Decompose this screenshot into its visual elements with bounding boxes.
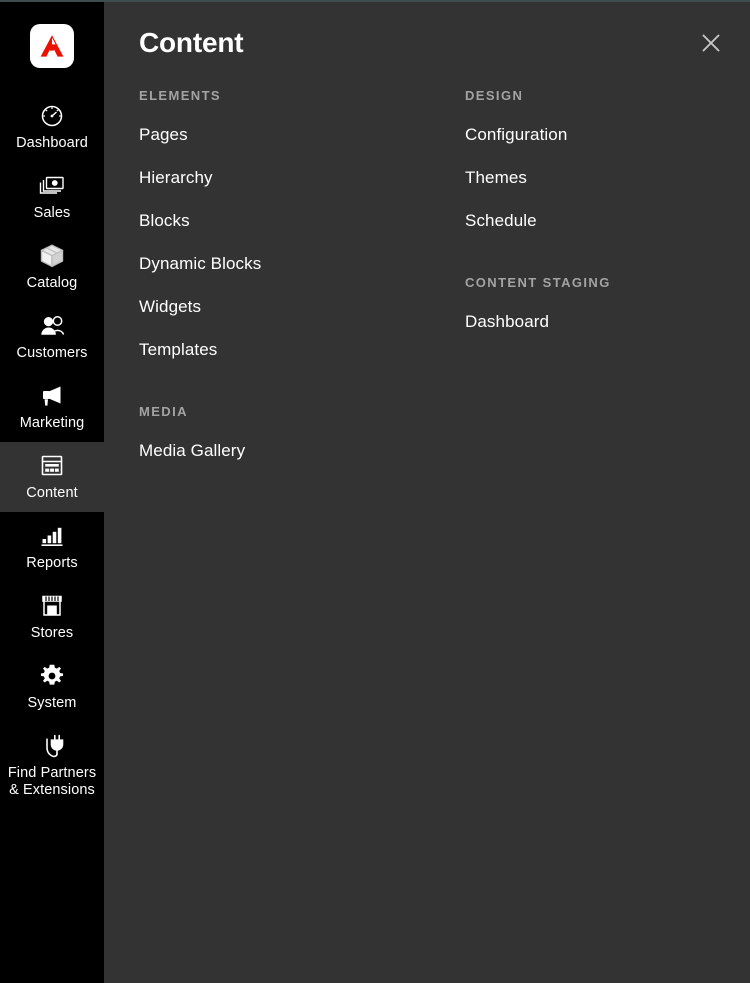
group-title: DESIGN (465, 88, 524, 103)
group-title: MEDIA (139, 404, 188, 419)
menu-column-left: ELEMENTS Pages Hierarchy Blocks Dynamic … (139, 88, 465, 461)
sidebar-item-catalog[interactable]: Catalog (0, 232, 104, 302)
page-title: Content (139, 27, 244, 58)
menu-link-configuration[interactable]: Configuration (465, 125, 745, 145)
sidebar-bottom-filler (0, 975, 104, 983)
admin-menu-overlay: Dashboard Sales Catalog Customers Market… (0, 0, 750, 983)
brand-logo[interactable] (0, 0, 104, 92)
sidebar-item-label: Sales (33, 205, 71, 221)
sidebar-item-stores[interactable]: Stores (0, 582, 104, 652)
sidebar-item-label: Customers (16, 345, 88, 361)
menu-group-design: DESIGN Configuration Themes Schedule (465, 88, 745, 231)
sidebar-item-sales[interactable]: Sales (0, 162, 104, 232)
sidebar-item-content[interactable]: Content (0, 442, 104, 512)
power-plug-icon (38, 731, 66, 761)
people-icon (38, 311, 66, 341)
group-title: CONTENT STAGING (465, 275, 611, 290)
menu-link-schedule[interactable]: Schedule (465, 211, 745, 231)
sidebar-item-label: Catalog (26, 275, 78, 291)
sidebar-item-find-partners-extensions[interactable]: Find Partners & Extensions (0, 722, 104, 809)
menu-columns: ELEMENTS Pages Hierarchy Blocks Dynamic … (104, 88, 750, 461)
menu-link-hierarchy[interactable]: Hierarchy (139, 168, 465, 188)
gear-icon (39, 661, 65, 691)
adobe-logo-tile (30, 24, 74, 68)
adobe-logo-icon (39, 34, 65, 58)
menu-link-staging-dashboard[interactable]: Dashboard (465, 312, 745, 332)
menu-group-content-staging: CONTENT STAGING Dashboard (465, 275, 745, 332)
top-divider (0, 0, 750, 2)
menu-link-themes[interactable]: Themes (465, 168, 745, 188)
menu-group-media: MEDIA Media Gallery (139, 404, 465, 461)
sidebar-item-label: Stores (30, 625, 74, 641)
sidebar-item-label: Reports (26, 555, 78, 571)
sidebar-item-customers[interactable]: Customers (0, 302, 104, 372)
menu-column-right: DESIGN Configuration Themes Schedule CON… (465, 88, 745, 461)
dashboard-gauge-icon (39, 101, 65, 131)
sidebar-item-label: Find Partners & Extensions (7, 765, 97, 798)
panel-header: Content (104, 0, 750, 88)
box-icon (38, 241, 66, 271)
layout-page-icon (38, 451, 66, 481)
sidebar-item-dashboard[interactable]: Dashboard (0, 92, 104, 162)
sidebar-item-label: Content (26, 485, 78, 501)
storefront-icon (39, 591, 65, 621)
sidebar-item-label: System (27, 695, 77, 711)
primary-sidebar: Dashboard Sales Catalog Customers Market… (0, 0, 104, 983)
close-icon[interactable] (694, 26, 728, 60)
sidebar-item-reports[interactable]: Reports (0, 512, 104, 582)
bar-chart-icon (38, 521, 66, 551)
megaphone-icon (38, 381, 66, 411)
content-menu-panel: Content ELEMENTS Pages Hierarchy Blocks … (104, 0, 750, 983)
sidebar-item-label: Dashboard (16, 135, 88, 151)
menu-link-widgets[interactable]: Widgets (139, 297, 465, 317)
money-stack-icon (38, 171, 66, 201)
menu-link-dynamic-blocks[interactable]: Dynamic Blocks (139, 254, 465, 274)
group-title: ELEMENTS (139, 88, 221, 103)
sidebar-item-system[interactable]: System (0, 652, 104, 722)
menu-group-elements: ELEMENTS Pages Hierarchy Blocks Dynamic … (139, 88, 465, 360)
menu-link-templates[interactable]: Templates (139, 340, 465, 360)
sidebar-item-marketing[interactable]: Marketing (0, 372, 104, 442)
sidebar-item-label: Marketing (19, 415, 85, 431)
menu-link-media-gallery[interactable]: Media Gallery (139, 441, 465, 461)
menu-link-pages[interactable]: Pages (139, 125, 465, 145)
menu-link-blocks[interactable]: Blocks (139, 211, 465, 231)
